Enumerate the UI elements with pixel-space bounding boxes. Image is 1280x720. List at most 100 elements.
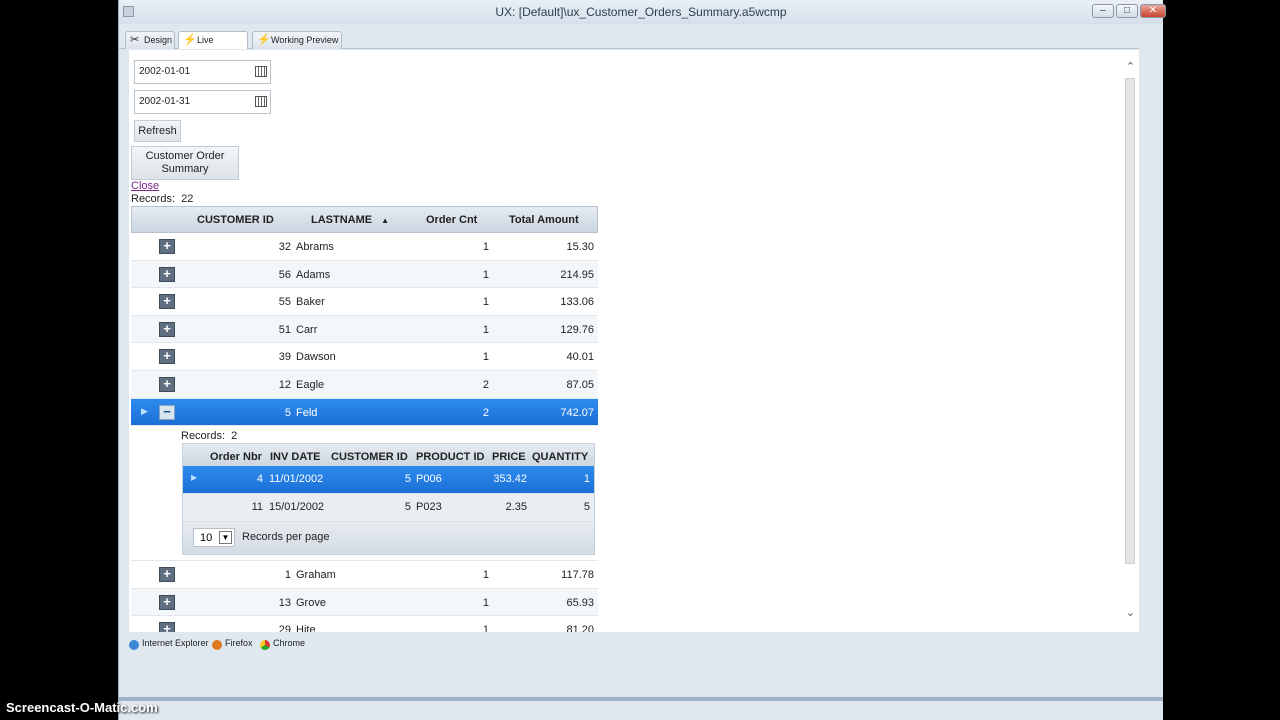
scroll-down-icon[interactable]: ⌄ — [1124, 606, 1137, 619]
date-to-field[interactable]: 2002-01-31 — [134, 90, 271, 114]
cell-order-cnt: 1 — [482, 596, 489, 609]
table-row[interactable]: +1 Graham 1 117.78 — [131, 561, 598, 589]
header-product-id[interactable]: PRODUCT ID — [416, 451, 484, 463]
detail-records-count: Records: 2 — [181, 430, 237, 442]
screen: UX: [Default]\ux_Customer_Orders_Summary… — [0, 0, 1280, 720]
browser-ie[interactable]: Internet Explorer — [129, 638, 209, 650]
records-count: Records: 22 — [131, 193, 193, 205]
expand-icon[interactable]: + — [159, 349, 175, 365]
refresh-button[interactable]: Refresh — [134, 120, 181, 142]
cell-customer-id: 29 — [278, 624, 291, 632]
date-from-field[interactable]: 2002-01-01 — [134, 60, 271, 84]
cell-lastname: Dawson — [296, 351, 336, 364]
expand-icon[interactable]: + — [159, 622, 175, 632]
expand-icon[interactable]: + — [159, 376, 175, 392]
browser-label: Chrome — [273, 638, 306, 648]
cell-lastname: Eagle — [296, 378, 325, 391]
cell-order-nbr: 11 — [251, 501, 263, 514]
cell-quantity: 1 — [583, 473, 590, 486]
records-per-page-select[interactable]: 10 ▼ — [193, 528, 235, 548]
header-order-nbr[interactable]: Order Nbr — [210, 451, 262, 463]
subgrid-row[interactable]: 11 15/01/2002 5 P023 2.35 5 — [183, 494, 594, 523]
tab-label: Working Preview — [271, 35, 339, 45]
expand-icon[interactable]: + — [159, 567, 175, 583]
expand-icon[interactable]: + — [159, 266, 175, 282]
browser-label: Firefox — [225, 638, 253, 648]
calendar-icon[interactable] — [255, 66, 267, 77]
scroll-thumb[interactable] — [1125, 78, 1135, 564]
tab-live-preview[interactable]: ⚡ Live Preview — [178, 31, 248, 61]
header-price[interactable]: PRICE — [492, 451, 526, 463]
date-to-value: 2002-01-31 — [139, 96, 191, 107]
header-customer-id[interactable]: CUSTOMER ID — [197, 214, 274, 226]
table-row[interactable]: +55 Baker 1 133.06 — [131, 288, 598, 316]
header-total-amount[interactable]: Total Amount — [509, 214, 579, 226]
cell-inv-date: 15/01/2002 — [269, 501, 325, 514]
collapse-icon[interactable]: − — [159, 404, 175, 420]
browser-firefox[interactable]: Firefox — [212, 638, 253, 650]
cell-customer-id: 56 — [278, 268, 291, 281]
table-row[interactable]: +32 Abrams 1 15.30 — [131, 233, 598, 261]
pager: 10 ▼ Records per page — [183, 522, 594, 555]
cell-lastname: Feld — [296, 406, 318, 419]
table-row[interactable]: +56 Adams 1 214.95 — [131, 260, 598, 289]
cell-order-cnt: 2 — [482, 378, 489, 391]
tools-icon: ✂ — [130, 34, 140, 46]
firefox-icon — [212, 640, 222, 650]
cell-customer-id: 5 — [404, 473, 411, 486]
cell-order-cnt: 1 — [482, 569, 489, 582]
header-customer-id[interactable]: CUSTOMER ID — [331, 451, 408, 463]
table-row[interactable]: +39 Dawson 1 40.01 — [131, 343, 598, 371]
expand-icon[interactable]: + — [159, 594, 175, 610]
table-row[interactable]: +51 Carr 1 129.76 — [131, 315, 598, 344]
header-quantity[interactable]: QUANTITY — [532, 451, 588, 463]
minimize-button[interactable]: – — [1092, 4, 1114, 18]
cell-order-cnt: 1 — [482, 624, 489, 632]
records-label: Records: — [131, 193, 176, 205]
title-bar[interactable]: UX: [Default]\ux_Customer_Orders_Summary… — [119, 0, 1166, 24]
ie-icon — [129, 640, 139, 650]
expand-icon[interactable]: + — [159, 294, 175, 310]
scroll-up-icon[interactable]: ⌃ — [1124, 60, 1137, 73]
expand-icon[interactable]: + — [159, 321, 175, 337]
row-pointer-icon: ▶ — [191, 473, 198, 483]
page-size-value: 10 — [200, 532, 213, 545]
subgrid-header: Order Nbr INV DATE CUSTOMER ID PRODUCT I… — [183, 444, 594, 467]
watermark: Screencast-O-Matic.com — [6, 700, 158, 715]
header-inv-date[interactable]: INV DATE — [270, 451, 321, 463]
customer-order-summary-button[interactable]: Customer Order Summary — [131, 146, 239, 180]
tab-label: Design — [144, 35, 173, 45]
table-row-selected[interactable]: ▶ − 5 Feld 2 742.07 — [131, 398, 598, 427]
table-row[interactable]: +12 Eagle 2 87.05 — [131, 370, 598, 399]
header-lastname[interactable]: LASTNAME ▲ — [311, 214, 389, 226]
table-row[interactable]: +13 Grove 1 65.93 — [131, 588, 598, 617]
cell-total-amount: 117.78 — [561, 569, 594, 582]
records-value: 2 — [231, 430, 238, 443]
expand-icon[interactable]: + — [159, 239, 175, 254]
table-row[interactable]: +29 Hite 1 81.20 — [131, 616, 598, 632]
chevron-down-icon[interactable]: ▼ — [219, 531, 232, 545]
maximize-button[interactable]: □ — [1116, 4, 1138, 18]
tab-design[interactable]: ✂ Design — [125, 31, 175, 49]
tab-working-preview[interactable]: ⚡ Working Preview — [252, 31, 342, 49]
cell-product-id: P006 — [416, 473, 442, 486]
cell-customer-id: 5 — [284, 406, 291, 419]
lightning-icon: ⚡ — [257, 34, 271, 46]
grid-body: +32 Abrams 1 15.30 +56 Adams 1 214.95 +55 Baker 1 1… — [131, 233, 598, 632]
calendar-icon[interactable] — [255, 96, 267, 107]
records-label: Records: — [181, 430, 226, 443]
cell-order-cnt: 1 — [482, 241, 489, 253]
cell-total-amount: 15.30 — [566, 241, 594, 253]
preview-content: 2002-01-01 2002-01-31 Refresh Customer O… — [129, 50, 1136, 632]
cell-total-amount: 87.05 — [566, 378, 594, 391]
vertical-scrollbar[interactable]: ⌃ ⌄ — [1122, 50, 1139, 632]
subgrid-row[interactable]: ▶ 4 11/01/2002 5 P006 353.42 1 — [183, 466, 594, 495]
close-window-button[interactable]: ✕ — [1140, 4, 1166, 18]
header-order-cnt[interactable]: Order Cnt — [426, 214, 477, 226]
rows-after: +1 Graham 1 117.78 +13 Grove 1 65.93 +29 Hite 1 81.… — [131, 561, 598, 632]
cell-order-cnt: 2 — [482, 406, 489, 419]
cell-lastname: Grove — [296, 596, 326, 609]
close-link[interactable]: Close — [131, 180, 159, 192]
browser-chrome[interactable]: Chrome — [260, 638, 306, 650]
orders-subgrid: Order Nbr INV DATE CUSTOMER ID PRODUCT I… — [182, 443, 595, 556]
